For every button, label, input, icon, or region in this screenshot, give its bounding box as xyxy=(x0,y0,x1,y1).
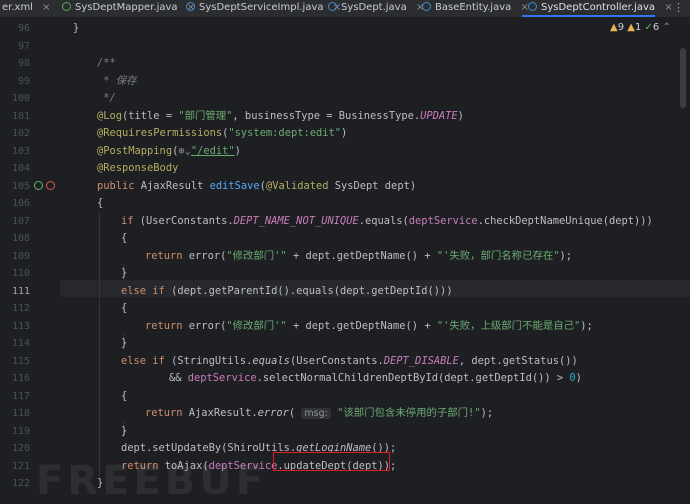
line-number: 113 xyxy=(11,320,30,332)
code-line-105[interactable]: public AjaxResult editSave(@Validated Sy… xyxy=(97,178,416,195)
code-editor[interactable]: 96 97 98 99 100 101 102 103 104 105 106 … xyxy=(0,18,690,504)
check-icon: ✓ xyxy=(644,22,653,33)
class-icon xyxy=(328,2,337,11)
tab-er-xml[interactable]: er.xml × xyxy=(0,0,51,17)
code-line-110[interactable]: } xyxy=(121,265,127,282)
tab-sysdept[interactable]: SysDept.java × xyxy=(326,0,424,17)
tab-baseentity[interactable]: BaseEntity.java × xyxy=(420,0,529,17)
line-number: 116 xyxy=(11,373,30,384)
line-number: 104 xyxy=(11,163,30,174)
more-tabs-icon[interactable]: ⋮ xyxy=(673,0,684,16)
line-number: 96 xyxy=(17,23,30,34)
line-number: 101 xyxy=(11,110,30,122)
line-number: 110 xyxy=(11,268,30,279)
code-line-113[interactable]: return error("修改部门'" + dept.getDeptName(… xyxy=(145,318,593,335)
parameter-hint: msg: xyxy=(301,408,331,419)
tab-sysdeptmapper[interactable]: SysDeptMapper.java × xyxy=(60,0,195,17)
code-line-99[interactable]: * 保存 xyxy=(97,73,136,90)
line-number-current: 111 xyxy=(11,285,30,297)
class-icon xyxy=(422,2,431,11)
line-number: 106 xyxy=(11,198,30,209)
code-line-112[interactable]: { xyxy=(121,300,127,317)
code-line-118[interactable]: return AjaxResult.error( msg: "该部门包含未停用的… xyxy=(145,405,493,422)
line-gutter: 96 97 98 99 100 101 102 103 104 105 106 … xyxy=(0,18,60,496)
watermark-logo: FREEBUF xyxy=(36,458,268,504)
active-tab-indicator xyxy=(522,15,655,17)
line-number: 109 xyxy=(11,250,30,262)
highlight-box xyxy=(273,452,390,471)
class-icon xyxy=(186,2,195,11)
code-line-116[interactable]: && deptService.selectNormalChildrenDeptB… xyxy=(169,370,582,387)
code-line-100[interactable]: */ xyxy=(97,90,116,107)
line-number: 115 xyxy=(11,355,30,367)
code-line-104[interactable]: @ResponseBody xyxy=(97,160,178,177)
chevron-up-icon[interactable]: ⌃ xyxy=(662,22,670,33)
globe-icon: ⊕⌄ xyxy=(178,144,191,157)
code-line-114[interactable]: } xyxy=(121,335,127,352)
line-number: 99 xyxy=(17,75,30,87)
inspection-widget[interactable]: ▲9 ▲1 ✓6 ⌃ xyxy=(610,22,671,33)
code-line-107[interactable]: if (UserConstants.DEPT_NAME_NOT_UNIQUE.e… xyxy=(121,213,653,230)
line-number: 105 xyxy=(11,180,30,192)
code-line-115[interactable]: else if (StringUtils.equals(UserConstant… xyxy=(121,353,578,370)
code-line-101[interactable]: @Log(title = "部门管理", businessType = Busi… xyxy=(97,108,464,125)
warning-icon: ▲ xyxy=(610,22,618,33)
code-line-103[interactable]: @PostMapping(⊕⌄"/edit") xyxy=(97,143,241,160)
indent-guide xyxy=(99,212,100,478)
line-number: 122 xyxy=(11,478,30,489)
code-line-108[interactable]: { xyxy=(121,230,127,247)
weak-warning-icon: ▲ xyxy=(627,22,635,33)
code-line-96[interactable]: } xyxy=(73,20,79,37)
line-number: 120 xyxy=(11,443,30,454)
line-number: 98 xyxy=(17,58,30,69)
editor-tab-bar: er.xml × SysDeptMapper.java × SysDeptSer… xyxy=(0,0,690,18)
code-line-106[interactable]: { xyxy=(97,195,103,212)
interface-icon xyxy=(62,2,71,11)
class-icon xyxy=(528,2,537,11)
line-number: 119 xyxy=(11,425,30,437)
close-icon[interactable]: × xyxy=(42,2,50,13)
line-number: 108 xyxy=(11,233,30,244)
line-number: 103 xyxy=(11,145,30,157)
code-line-98[interactable]: /** xyxy=(97,55,116,72)
line-number: 114 xyxy=(11,338,30,349)
vertical-scrollbar[interactable] xyxy=(680,48,686,108)
breakpoint-icon[interactable] xyxy=(46,181,55,190)
code-line-119[interactable]: } xyxy=(121,423,127,440)
code-line-109[interactable]: return error("修改部门'" + dept.getDeptName(… xyxy=(145,248,572,265)
line-number: 121 xyxy=(11,460,30,472)
line-number: 107 xyxy=(11,215,30,227)
line-number: 97 xyxy=(17,40,30,52)
code-line-102[interactable]: @RequiresPermissions("system:dept:edit") xyxy=(97,125,347,142)
mapping-gutter-icon[interactable] xyxy=(34,181,43,190)
line-number: 117 xyxy=(11,390,30,402)
line-number: 118 xyxy=(11,408,30,419)
close-icon[interactable]: × xyxy=(664,2,672,13)
line-number: 100 xyxy=(11,93,30,104)
code-line-117[interactable]: { xyxy=(121,388,127,405)
tab-sysdeptserviceimpl[interactable]: SysDeptServiceImpl.java × xyxy=(184,0,341,17)
code-line-111[interactable]: else if (dept.getParentId().equals(dept.… xyxy=(121,283,453,300)
line-number: 112 xyxy=(11,303,30,314)
line-number: 102 xyxy=(11,128,30,139)
